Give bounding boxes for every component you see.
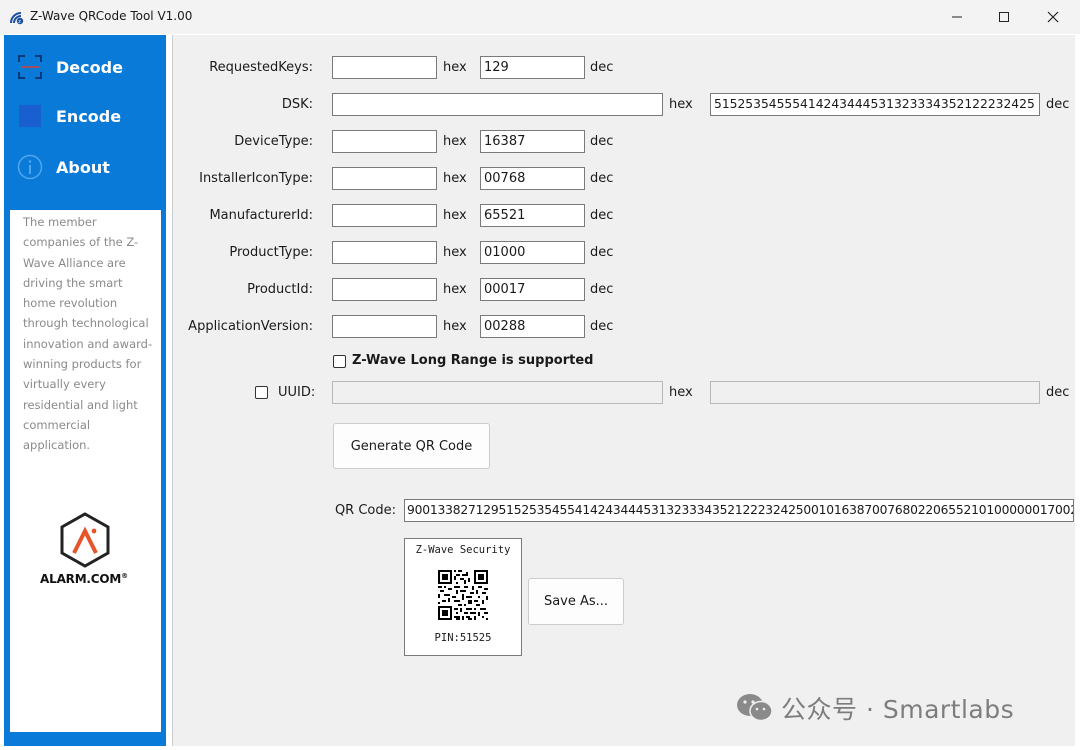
installer-icon-type-hex-input[interactable] bbox=[332, 167, 437, 190]
window-title: Z-Wave QRCode Tool V1.00 bbox=[30, 9, 193, 23]
hex-unit: hex bbox=[443, 60, 467, 75]
dec-unit: dec bbox=[590, 319, 614, 334]
logo-mark: ® bbox=[121, 572, 128, 580]
product-type-dec-input[interactable]: 01000 bbox=[480, 241, 585, 264]
watermark: 公众号 · Smartlabs bbox=[735, 690, 1014, 726]
wechat-icon bbox=[737, 694, 773, 722]
requested-keys-hex-input[interactable] bbox=[332, 56, 437, 79]
manufacturer-id-hex-input[interactable] bbox=[332, 204, 437, 227]
generate-qr-code-button[interactable]: Generate QR Code bbox=[333, 423, 490, 469]
about-text: The member companies of the Z-Wave Allia… bbox=[23, 215, 153, 453]
sidebar-item-about[interactable]: About bbox=[4, 147, 166, 187]
alarm-com-logo-text: ALARM.COM® bbox=[40, 572, 128, 586]
product-id-hex-input[interactable] bbox=[332, 278, 437, 301]
hex-unit: hex bbox=[443, 134, 467, 149]
requested-keys-label: RequestedKeys: bbox=[209, 60, 313, 75]
title-bar: z Z-Wave QRCode Tool V1.00 bbox=[0, 0, 1080, 34]
uuid-dec-input[interactable] bbox=[710, 381, 1040, 404]
hex-unit: hex bbox=[669, 97, 693, 112]
uuid-checkbox[interactable] bbox=[255, 386, 268, 399]
product-type-label: ProductType: bbox=[229, 245, 313, 260]
maximize-icon bbox=[999, 12, 1009, 22]
long-range-checkbox[interactable] bbox=[333, 355, 346, 368]
maximize-button[interactable] bbox=[981, 0, 1027, 34]
qr-code-label: QR Code: bbox=[334, 503, 396, 518]
hex-unit: hex bbox=[443, 245, 467, 260]
application-version-label: ApplicationVersion: bbox=[188, 319, 313, 334]
sidebar-item-decode[interactable]: Decode bbox=[4, 47, 166, 87]
minimize-icon bbox=[952, 16, 962, 18]
manufacturer-id-label: ManufacturerId: bbox=[209, 208, 313, 223]
application-version-hex-input[interactable] bbox=[332, 315, 437, 338]
hex-unit: hex bbox=[443, 208, 467, 223]
dsk-hex-input[interactable] bbox=[332, 93, 663, 116]
about-panel: The member companies of the Z-Wave Allia… bbox=[10, 210, 161, 732]
product-id-dec-input[interactable]: 00017 bbox=[480, 278, 585, 301]
uuid-label: UUID: bbox=[278, 385, 316, 400]
installer-icon-type-label: InstallerIconType: bbox=[199, 171, 313, 186]
dsk-dec-input[interactable]: 5152535455541424344453132333435212223242… bbox=[710, 93, 1040, 116]
uuid-hex-input[interactable] bbox=[332, 381, 663, 404]
qr-card-title: Z-Wave Security bbox=[415, 544, 511, 556]
sidebar-item-label: Encode bbox=[56, 106, 122, 126]
sidebar-item-label: About bbox=[56, 157, 110, 177]
qr-code-preview: Z-Wave Security PIN:51525 bbox=[404, 538, 522, 656]
minimize-button[interactable] bbox=[934, 0, 980, 34]
dec-unit: dec bbox=[590, 282, 614, 297]
product-id-label: ProductId: bbox=[247, 282, 313, 297]
close-icon bbox=[1047, 11, 1059, 23]
hex-unit: hex bbox=[669, 385, 693, 400]
info-icon bbox=[17, 154, 43, 180]
sidebar-item-label: Decode bbox=[56, 57, 123, 77]
dec-unit: dec bbox=[590, 134, 614, 149]
sidebar-item-encode[interactable]: Encode bbox=[4, 96, 166, 136]
qr-pin: PIN:51525 bbox=[434, 632, 492, 644]
watermark-text: 公众号 · Smartlabs bbox=[781, 695, 1015, 724]
dec-unit: dec bbox=[1046, 97, 1070, 112]
application-version-dec-input[interactable]: 00288 bbox=[480, 315, 585, 338]
zwave-logo-icon: z bbox=[10, 12, 24, 25]
encode-square-icon bbox=[19, 105, 41, 127]
save-as-button[interactable]: Save As... bbox=[528, 578, 624, 625]
device-type-dec-input[interactable]: 16387 bbox=[480, 130, 585, 153]
dec-unit: dec bbox=[590, 60, 614, 75]
hex-unit: hex bbox=[443, 319, 467, 334]
dec-unit: dec bbox=[590, 208, 614, 223]
hex-unit: hex bbox=[443, 171, 467, 186]
product-type-hex-input[interactable] bbox=[332, 241, 437, 264]
device-type-hex-input[interactable] bbox=[332, 130, 437, 153]
manufacturer-id-dec-input[interactable]: 65521 bbox=[480, 204, 585, 227]
dec-unit: dec bbox=[590, 245, 614, 260]
hex-unit: hex bbox=[443, 282, 467, 297]
dec-unit: dec bbox=[1046, 385, 1070, 400]
decode-scan-icon bbox=[18, 55, 42, 79]
long-range-label: Z-Wave Long Range is supported bbox=[352, 353, 594, 368]
device-type-label: DeviceType: bbox=[234, 134, 313, 149]
requested-keys-dec-input[interactable]: 129 bbox=[480, 56, 585, 79]
qr-code-image bbox=[438, 570, 488, 620]
dsk-label: DSK: bbox=[281, 97, 313, 112]
close-button[interactable] bbox=[1030, 0, 1076, 34]
installer-icon-type-dec-input[interactable]: 00768 bbox=[480, 167, 585, 190]
dec-unit: dec bbox=[590, 171, 614, 186]
qr-code-output[interactable]: 9001338271295152535455414243444531323334… bbox=[404, 499, 1074, 522]
svg-text:z: z bbox=[18, 19, 21, 25]
